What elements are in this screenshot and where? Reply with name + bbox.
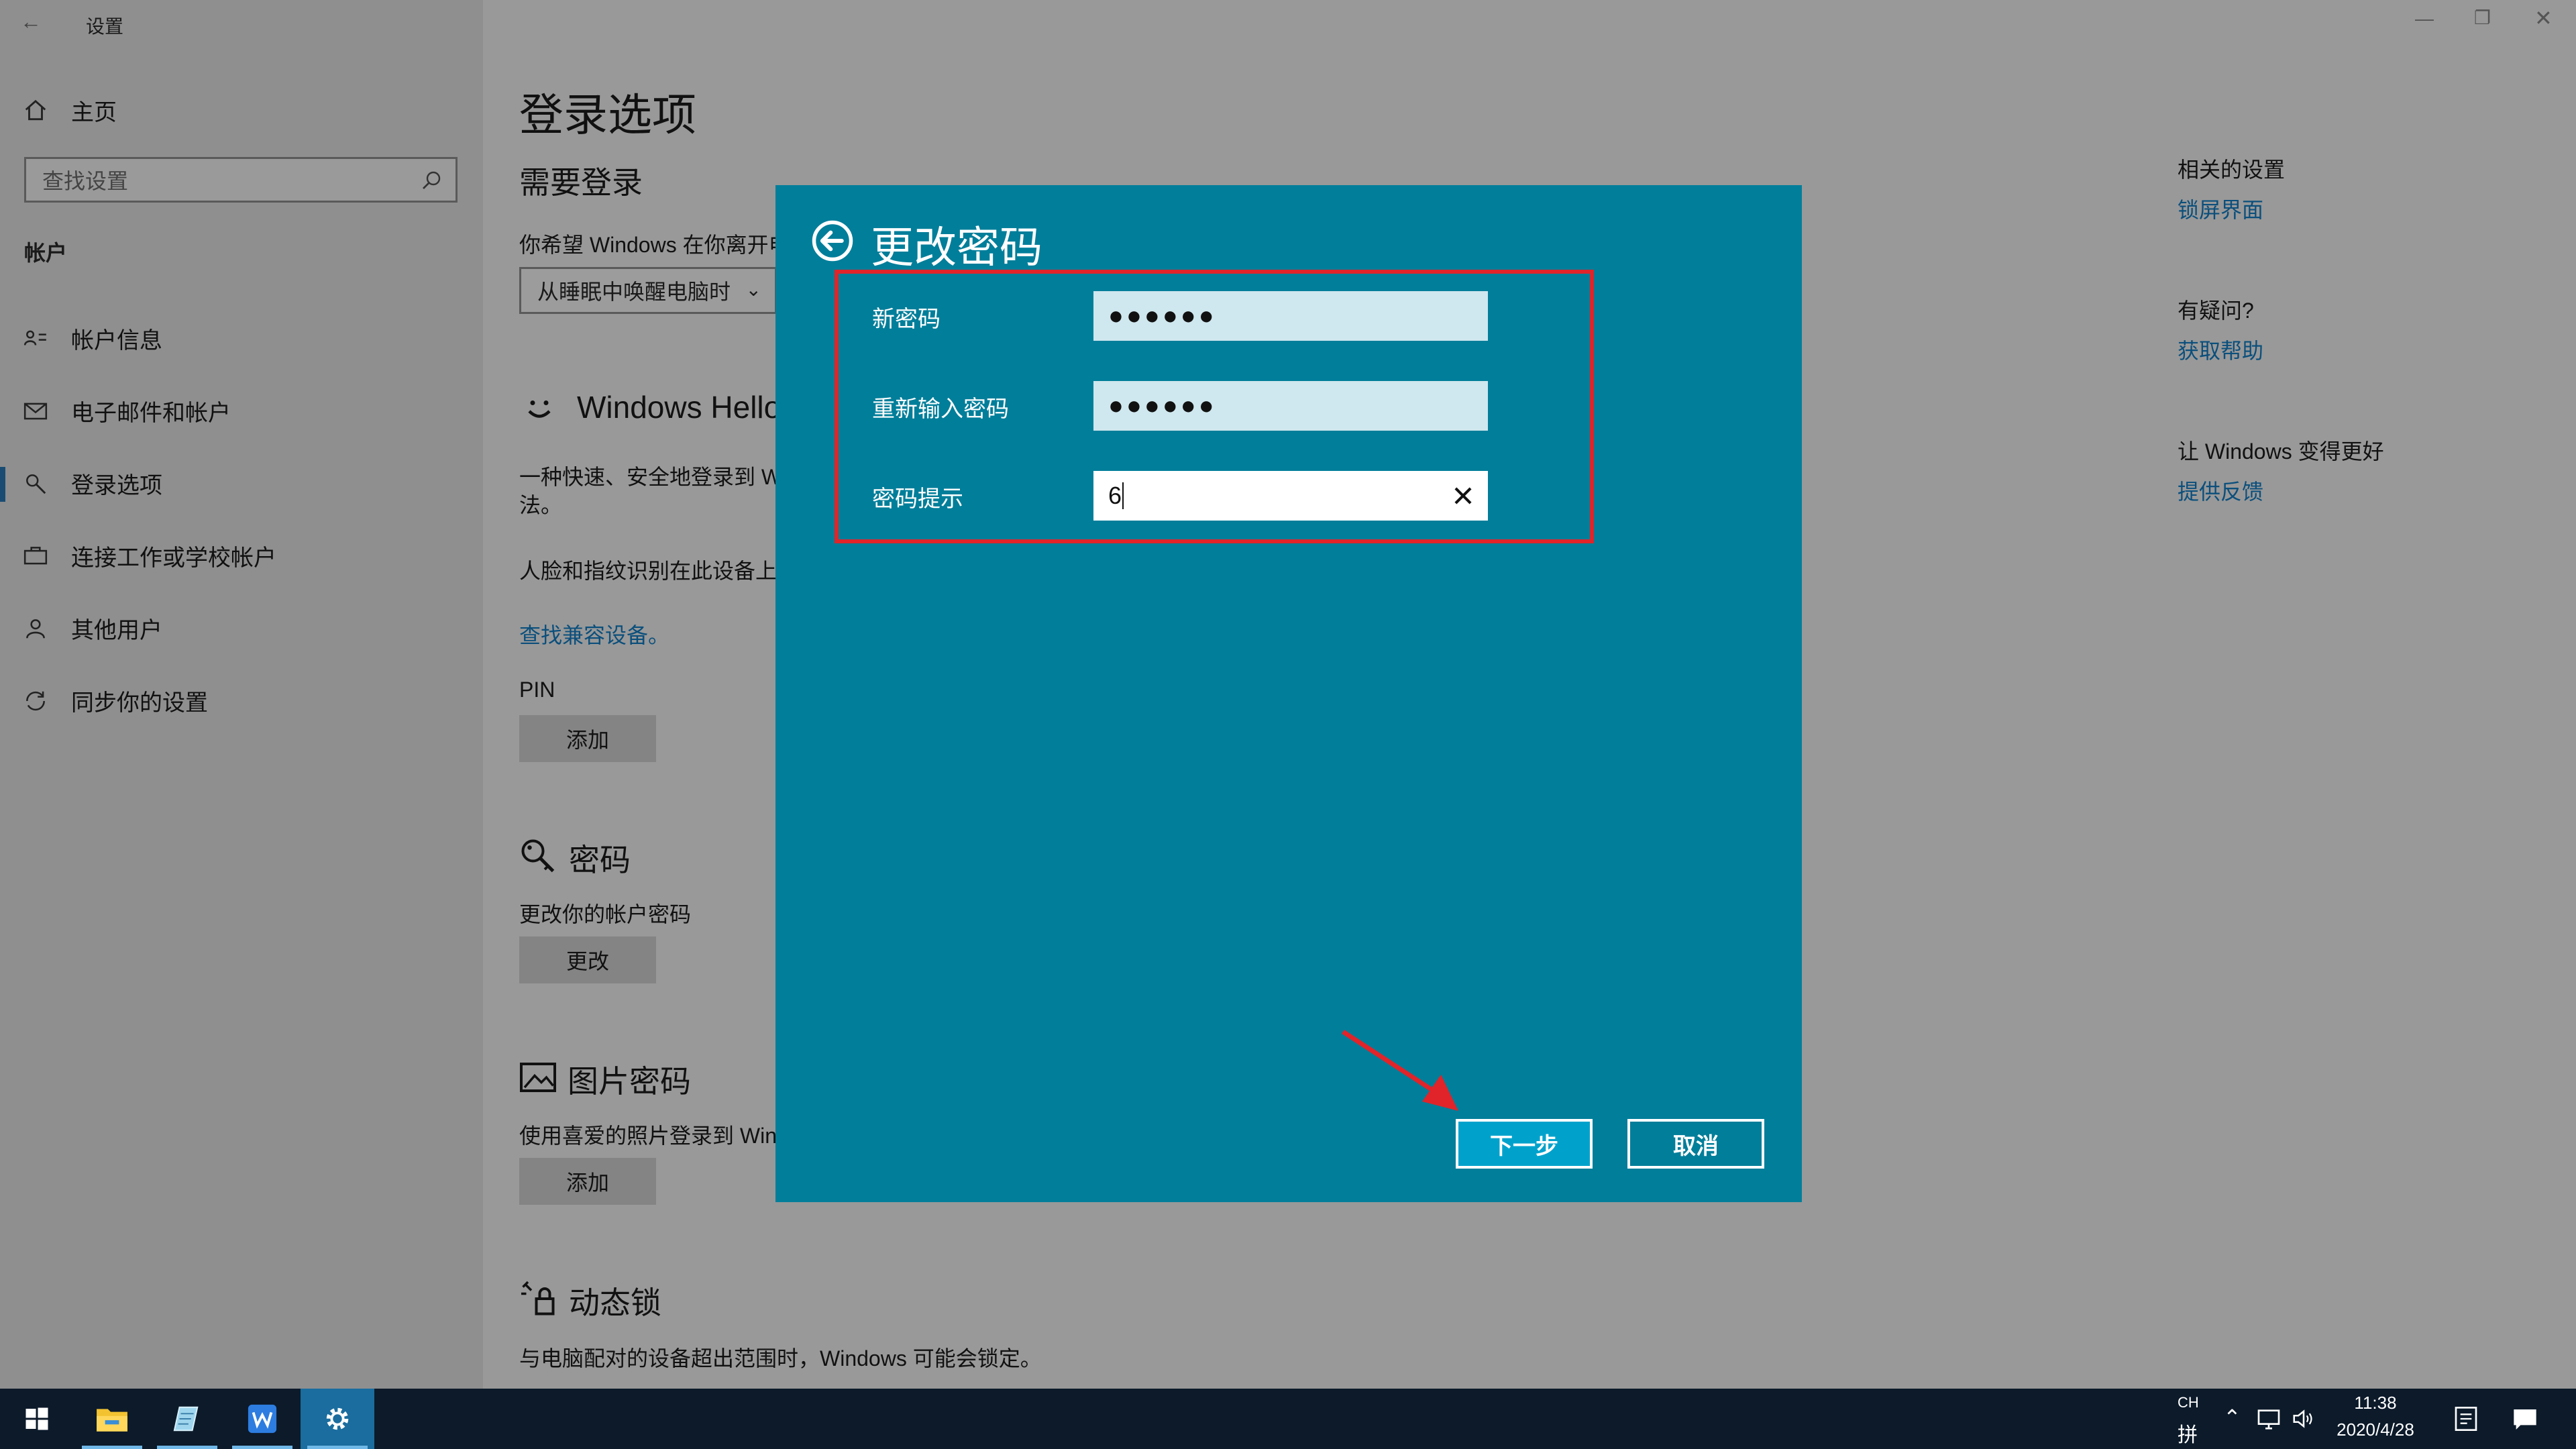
- sidebar-item-home[interactable]: 主页: [23, 94, 117, 127]
- settings-icon: [326, 1407, 349, 1430]
- window-title: 设置: [86, 16, 124, 37]
- sidebar-item-work-school[interactable]: 连接工作或学校帐户: [23, 539, 276, 572]
- cancel-button[interactable]: 取消: [1627, 1119, 1764, 1169]
- next-button[interactable]: 下一步: [1456, 1119, 1593, 1169]
- picture-icon: [518, 1057, 558, 1101]
- sidebar-item-signin-options[interactable]: 登录选项: [23, 467, 162, 500]
- question-heading: 有疑问?: [2178, 299, 2254, 323]
- clear-text-icon[interactable]: [1450, 483, 1476, 508]
- confirm-password-label: 重新输入密码: [872, 396, 1009, 422]
- volume-icon[interactable]: [2290, 1406, 2317, 1432]
- new-password-label: 新密码: [872, 307, 941, 332]
- restore-button[interactable]: ❐: [2474, 7, 2491, 29]
- notification-icon[interactable]: [2512, 1406, 2538, 1433]
- sidebar-item-account-info[interactable]: 帐户信息: [23, 322, 162, 355]
- search-input[interactable]: 查找设置: [24, 157, 458, 203]
- chevron-down-icon: ⌄: [745, 279, 761, 300]
- picture-password-description: 使用喜爱的照片登录到 Win: [519, 1124, 777, 1148]
- dynamic-lock-icon: [518, 1279, 558, 1322]
- password-heading: 密码: [569, 843, 631, 877]
- dynamic-lock-heading: 动态锁: [569, 1285, 661, 1320]
- sidebar-item-label: 登录选项: [71, 473, 162, 498]
- notepad-icon: [173, 1406, 199, 1432]
- briefcase-icon: [23, 546, 48, 564]
- require-signin-dropdown[interactable]: 从睡眠中唤醒电脑时 ⌄: [519, 267, 777, 314]
- annotation-arrow-icon: [1342, 1030, 1458, 1111]
- mail-icon: [23, 402, 48, 419]
- action-center-notes-icon[interactable]: [2453, 1405, 2479, 1433]
- hello-description-line2: 法。: [519, 493, 563, 517]
- close-button[interactable]: ✕: [2534, 5, 2553, 31]
- sidebar: ← 设置 主页 查找设置 帐户 帐户信息 电子邮件和帐户 登录选项 连接工作或学…: [0, 0, 483, 1389]
- start-button[interactable]: [0, 1389, 74, 1449]
- hello-description-line1: 一种快速、安全地登录到 W: [519, 465, 782, 489]
- taskbar-notepad[interactable]: [150, 1389, 224, 1449]
- taskbar-file-explorer[interactable]: [75, 1389, 149, 1449]
- sidebar-item-label: 帐户信息: [71, 328, 162, 354]
- find-compatible-devices-link[interactable]: 查找兼容设备。: [519, 619, 669, 649]
- password-key-icon: [518, 836, 558, 879]
- start-icon: [25, 1407, 48, 1430]
- network-icon[interactable]: [2255, 1407, 2282, 1432]
- password-change-button[interactable]: 更改: [519, 936, 656, 983]
- sidebar-item-other-users[interactable]: 其他用户: [23, 612, 162, 645]
- sidebar-item-label: 电子邮件和帐户: [71, 400, 231, 426]
- improve-windows-heading: 让 Windows 变得更好: [2178, 439, 2384, 464]
- picture-password-heading: 图片密码: [568, 1064, 691, 1099]
- pin-add-button[interactable]: 添加: [519, 715, 656, 762]
- dialog-title: 更改密码: [871, 223, 1042, 272]
- password-hint-value: 6: [1108, 482, 1122, 509]
- minimize-button[interactable]: —: [2415, 8, 2434, 30]
- search-icon: [423, 171, 441, 189]
- confirm-password-field[interactable]: ●●●●●●: [1093, 381, 1488, 431]
- require-signin-description: 你希望 Windows 在你离开电: [519, 233, 790, 257]
- windows-hello-heading: Windows Hello: [577, 390, 782, 425]
- smile-icon: [519, 388, 559, 431]
- person-icon: [26, 619, 45, 639]
- sidebar-item-email[interactable]: 电子邮件和帐户: [23, 394, 231, 427]
- sidebar-item-sync[interactable]: 同步你的设置: [23, 684, 208, 717]
- hello-note: 人脸和指纹识别在此设备上: [519, 559, 777, 583]
- change-password-dialog: 更改密码 新密码 ●●●●●● 重新输入密码 ●●●●●● 密码提示 6 下一步…: [775, 185, 1802, 1202]
- taskbar-wps[interactable]: [225, 1389, 299, 1449]
- selection-indicator: [0, 467, 5, 502]
- lock-screen-link[interactable]: 锁屏界面: [2178, 193, 2263, 224]
- sidebar-item-label: 同步你的设置: [71, 690, 208, 716]
- home-icon: [25, 99, 46, 120]
- sidebar-item-label: 连接工作或学校帐户: [71, 545, 276, 571]
- search-placeholder: 查找设置: [42, 169, 129, 193]
- sidebar-item-label: 主页: [71, 100, 117, 125]
- picture-password-add-button[interactable]: 添加: [519, 1158, 656, 1205]
- sync-icon: [26, 691, 45, 710]
- chevron-up-icon[interactable]: ⌃: [2223, 1405, 2241, 1430]
- clock-date[interactable]: 2020/4/28: [2325, 1419, 2426, 1440]
- page-title: 登录选项: [519, 90, 696, 140]
- sidebar-section-label: 帐户: [24, 241, 68, 265]
- back-button[interactable]: ←: [20, 9, 42, 34]
- taskbar: CH 拼 ⌃ 11:38 2020/4/28: [0, 1389, 2576, 1449]
- back-arrow-circle-icon[interactable]: [810, 219, 855, 263]
- taskbar-settings[interactable]: [301, 1389, 374, 1449]
- new-password-field[interactable]: ●●●●●●: [1093, 291, 1488, 341]
- password-hint-field[interactable]: 6: [1093, 471, 1488, 521]
- text-cursor: [1122, 482, 1124, 509]
- give-feedback-link[interactable]: 提供反馈: [2178, 475, 2263, 506]
- language-indicator[interactable]: CH: [2178, 1394, 2199, 1411]
- file-explorer-icon: [97, 1409, 127, 1432]
- account-info-icon: [23, 330, 46, 345]
- require-signin-heading: 需要登录: [519, 165, 643, 200]
- ime-indicator[interactable]: 拼: [2178, 1418, 2198, 1448]
- pin-label: PIN: [519, 678, 555, 702]
- sidebar-item-label: 其他用户: [71, 618, 162, 643]
- key-icon: [26, 474, 46, 494]
- arrow-left-icon: ←: [20, 9, 42, 34]
- dynamic-lock-description: 与电脑配对的设备超出范围时，Windows 可能会锁定。: [519, 1346, 1042, 1371]
- wps-icon: [248, 1404, 277, 1434]
- dropdown-value: 从睡眠中唤醒电脑时: [537, 280, 731, 304]
- password-description: 更改你的帐户密码: [519, 902, 692, 926]
- clock-time[interactable]: 11:38: [2332, 1393, 2419, 1413]
- password-hint-label: 密码提示: [872, 486, 963, 512]
- get-help-link[interactable]: 获取帮助: [2178, 334, 2263, 365]
- related-settings-heading: 相关的设置: [2178, 158, 2286, 182]
